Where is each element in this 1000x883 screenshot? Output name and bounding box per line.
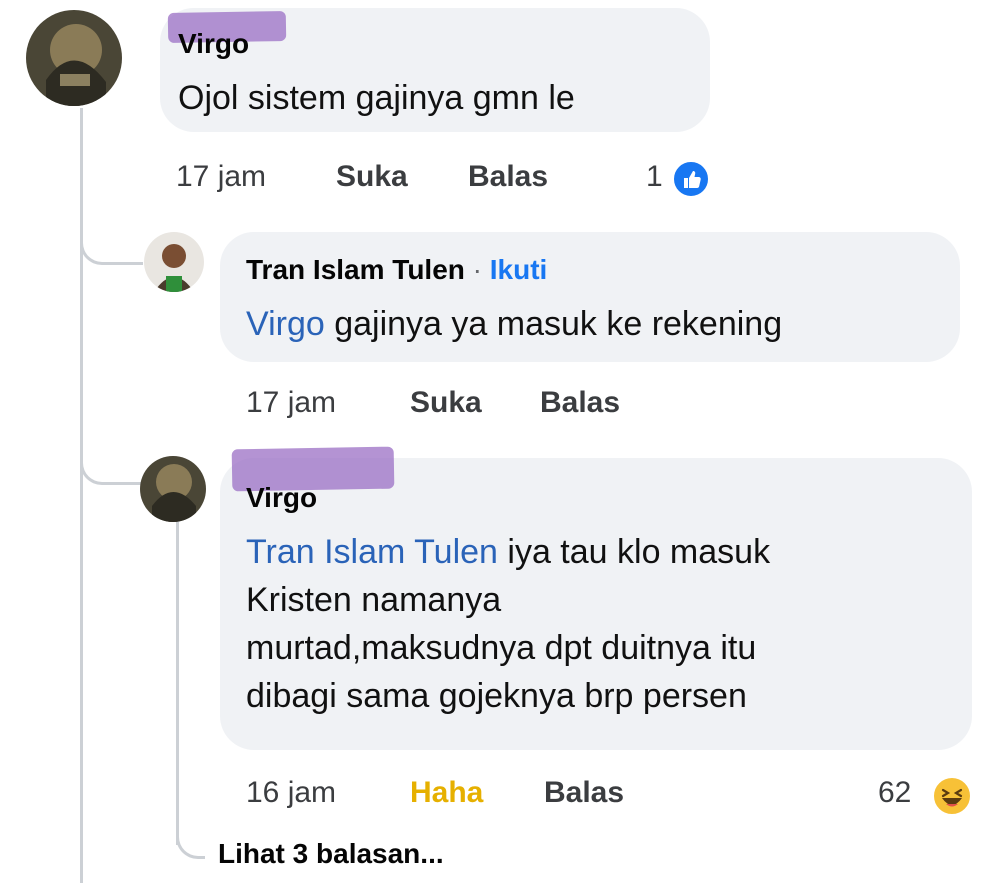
reply-button[interactable]: Balas — [544, 776, 624, 810]
avatar[interactable] — [140, 456, 206, 522]
thread-connector-view-more — [176, 808, 205, 859]
view-more-replies-link[interactable]: Lihat 3 balasan... — [218, 838, 444, 870]
haha-icon[interactable] — [932, 776, 972, 816]
reply-actions: 16 jam Haha Balas 62 — [246, 776, 986, 818]
reply-text-line: Tran Islam Tulen iya tau klo masuk — [246, 530, 956, 578]
avatar[interactable] — [26, 10, 122, 106]
thread-connector-reply-1 — [80, 200, 143, 265]
reply-header: Tran Islam Tulen · Ikuti — [246, 254, 547, 286]
thread-line-replies — [176, 515, 179, 845]
reply-text-segment: iya tau klo masuk — [497, 533, 771, 571]
like-button[interactable]: Suka — [410, 386, 482, 420]
reply-time[interactable]: 17 jam — [246, 386, 336, 420]
avatar[interactable] — [144, 232, 204, 292]
follow-button[interactable]: Ikuti — [490, 254, 548, 285]
comment-time[interactable]: 17 jam — [176, 160, 266, 194]
comment-author[interactable]: Virgo — [178, 28, 249, 60]
like-icon[interactable] — [672, 160, 710, 198]
reply-text-line: dibagi sama gojeknya brp persen — [246, 677, 747, 715]
reply-text-body: gajinya ya masuk ke rekening — [324, 305, 783, 343]
reply-text-line: Kristen namanya — [246, 581, 502, 619]
reply-button[interactable]: Balas — [468, 160, 548, 194]
reply-text: Tran Islam Tulen iya tau klo masuk Krist… — [246, 530, 956, 722]
reply-text-line: murtad,maksudnya dpt duitnya itu — [246, 629, 757, 667]
reaction-count[interactable]: 1 — [646, 160, 663, 194]
comment-actions: 17 jam Suka Balas 1 — [176, 160, 736, 200]
reply-button[interactable]: Balas — [540, 386, 620, 420]
mention-link[interactable]: Tran Islam Tulen — [246, 533, 498, 571]
reply-actions: 17 jam Suka Balas — [246, 386, 746, 426]
reply-text: Virgo gajinya ya masuk ke rekening — [246, 302, 782, 346]
reply-author[interactable]: Tran Islam Tulen — [246, 254, 465, 285]
thread-connector-reply-2 — [80, 420, 143, 485]
comment-text: Ojol sistem gajinya gmn le — [178, 79, 575, 117]
reply-time[interactable]: 16 jam — [246, 776, 336, 810]
reaction-count[interactable]: 62 — [878, 776, 911, 810]
separator-dot: · — [472, 254, 482, 285]
like-button[interactable]: Suka — [336, 160, 408, 194]
reply-author[interactable]: Virgo — [246, 482, 317, 514]
haha-button[interactable]: Haha — [410, 776, 483, 810]
mention-link[interactable]: Virgo — [246, 305, 325, 343]
